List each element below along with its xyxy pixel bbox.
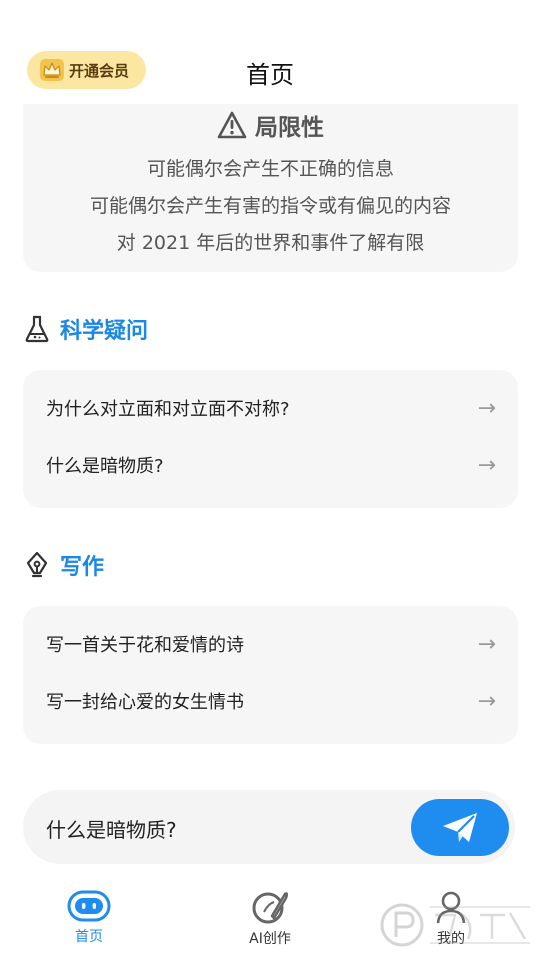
- section-header-writing: 写作: [24, 549, 104, 581]
- page-title: 首页: [246, 61, 294, 89]
- send-icon: [443, 812, 477, 842]
- tab-label: AI创作: [249, 931, 291, 947]
- section-header-science: 科学疑问: [24, 313, 148, 345]
- arrow-right-icon: →: [477, 452, 496, 478]
- send-button[interactable]: [411, 799, 509, 856]
- question-item[interactable]: 为什么对立面和对立面不对称? →: [46, 388, 496, 428]
- section-title: 写作: [60, 555, 105, 580]
- question-text: 为什么对立面和对立面不对称?: [46, 399, 290, 420]
- question-item[interactable]: 写一封给心爱的女生情书 →: [46, 681, 496, 721]
- limitations-header: 局限性: [23, 108, 518, 142]
- writing-questions-card: 写一首关于花和爱情的诗 → 写一封给心爱的女生情书 →: [23, 606, 518, 744]
- question-item[interactable]: 什么是暗物质? →: [46, 445, 496, 485]
- flask-icon: [25, 315, 49, 343]
- arrow-right-icon: →: [477, 631, 496, 657]
- limitations-card: 局限性 可能偶尔会产生不正确的信息 可能偶尔会产生有害的指令或有偏见的内容 对 …: [23, 90, 518, 272]
- quill-icon: [252, 892, 289, 924]
- pen-nib-icon: [26, 551, 48, 578]
- robot-icon: [67, 890, 111, 922]
- question-text: 写一封给心爱的女生情书: [46, 692, 244, 713]
- tab-home[interactable]: 首页: [39, 890, 139, 946]
- tab-label: 首页: [75, 929, 103, 945]
- science-questions-card: 为什么对立面和对立面不对称? → 什么是暗物质? →: [23, 370, 518, 508]
- limitation-line: 对 2021 年后的世界和事件了解有限: [116, 232, 425, 254]
- question-text: 写一首关于花和爱情的诗: [46, 635, 244, 656]
- limitations-title: 局限性: [255, 115, 324, 141]
- arrow-right-icon: →: [477, 395, 496, 421]
- arrow-right-icon: →: [477, 688, 496, 714]
- limitation-line: 可能偶尔会产生不正确的信息: [146, 158, 394, 180]
- section-title: 科学疑问: [60, 319, 149, 344]
- question-item[interactable]: 写一首关于花和爱情的诗 →: [46, 624, 496, 664]
- chat-input-bar[interactable]: 什么是暗物质?: [23, 790, 515, 864]
- question-text: 什么是暗物质?: [46, 456, 164, 477]
- watermark-logo: [380, 903, 530, 947]
- chat-input[interactable]: 什么是暗物质?: [46, 814, 177, 843]
- warning-icon: [217, 111, 247, 139]
- tab-ai-create[interactable]: AI创作: [220, 890, 320, 948]
- app-header: 开通会员 首页: [0, 0, 540, 104]
- limitation-line: 可能偶尔会产生有害的指令或有偏见的内容: [89, 195, 451, 217]
